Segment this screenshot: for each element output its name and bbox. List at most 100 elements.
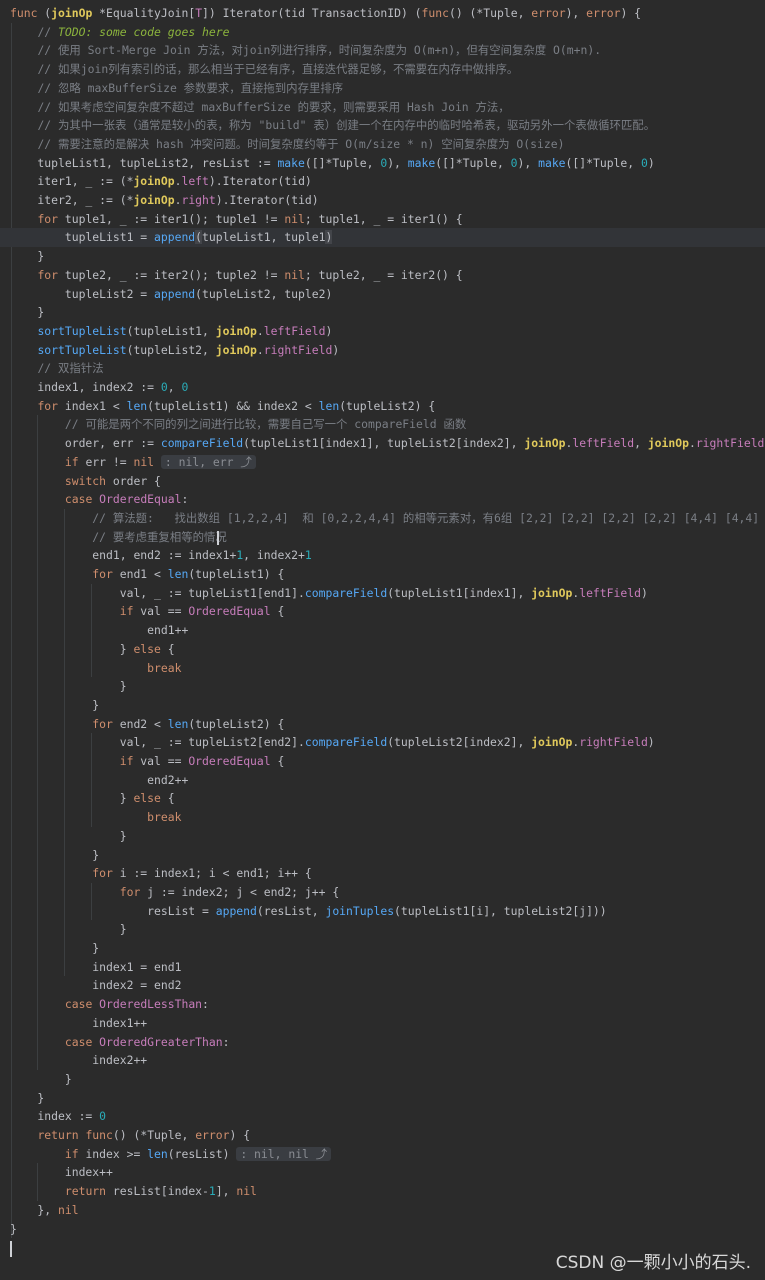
code-line[interactable]: // 如果考虑空间复杂度不超过 maxBufferSize 的要求，则需要采用 …	[0, 98, 765, 117]
code-line[interactable]: switch order {	[0, 472, 765, 491]
code-line[interactable]: // 如果join列有索引的话，那么相当于已经有序，直接迭代器足够，不需要在内存…	[0, 60, 765, 79]
code-line[interactable]: tupleList1, tupleList2, resList := make(…	[0, 154, 765, 173]
code-line[interactable]: order, err := compareField(tupleList1[in…	[0, 434, 765, 453]
code-text: if val == OrderedEqual {	[10, 602, 285, 621]
code-line[interactable]: for tuple2, _ := iter2(); tuple2 != nil;…	[0, 266, 765, 285]
code-token: rightField	[695, 436, 765, 451]
code-line[interactable]: // 为其中一张表（通常是较小的表，称为 "build" 表）创建一个在内存中的…	[0, 116, 765, 135]
code-line[interactable]: }	[0, 827, 765, 846]
code-token: {	[270, 754, 285, 768]
code-line[interactable]: // 使用 Sort-Merge Join 方法，对join列进行排序，时间复杂…	[0, 41, 765, 60]
code-line[interactable]: }	[0, 1220, 765, 1239]
code-line[interactable]: index1++	[0, 1014, 765, 1033]
code-line[interactable]: if index >= len(resList) : nil, nil ⤴	[0, 1145, 765, 1164]
code-line[interactable]: end1, end2 := index1+1, index2+1	[0, 546, 765, 565]
code-text: // 双指针法	[10, 359, 104, 378]
code-token: case	[64, 492, 93, 507]
code-token: )	[647, 735, 655, 750]
code-line[interactable]: index++	[0, 1163, 765, 1182]
code-text: // 使用 Sort-Merge Join 方法，对join列进行排序，时间复杂…	[10, 41, 601, 60]
code-line[interactable]: index2 = end2	[0, 976, 765, 995]
code-text: index1 = end1	[10, 958, 181, 977]
code-line[interactable]: for end2 < len(tupleList2) {	[0, 715, 765, 734]
code-line[interactable]: if err != nil : nil, err ⤴	[0, 453, 765, 472]
code-line[interactable]: }	[0, 303, 765, 322]
code-token: nil	[133, 454, 155, 469]
code-token: (	[195, 230, 203, 245]
inlay-hint[interactable]: : nil, err ⤴	[160, 454, 256, 469]
code-line[interactable]: break	[0, 808, 765, 827]
code-line[interactable]: iter1, _ := (*joinOp.left).Iterator(tid)	[0, 172, 765, 191]
code-line[interactable]: break	[0, 659, 765, 678]
code-line[interactable]: // 双指针法	[0, 359, 765, 378]
code-line[interactable]: index := 0	[0, 1107, 765, 1126]
code-line[interactable]: val, _ := tupleList2[end2].compareField(…	[0, 733, 765, 752]
code-line[interactable]: // 需要注意的是解决 hash 冲突问题。时间复杂度约等于 O(m/size …	[0, 135, 765, 154]
code-line[interactable]: }	[0, 846, 765, 865]
code-line[interactable]: // 要考虑重复相等的情况	[0, 528, 765, 547]
code-text: tupleList2 = append(tupleList2, tuple2)	[10, 285, 332, 304]
code-line[interactable]: sortTupleList(tupleList2, joinOp.rightFi…	[0, 341, 765, 360]
code-line[interactable]: for tuple1, _ := iter1(); tuple1 != nil;…	[0, 210, 765, 229]
code-line[interactable]: resList = append(resList, joinTuples(tup…	[0, 902, 765, 921]
code-line[interactable]: }	[0, 696, 765, 715]
code-line[interactable]: index2++	[0, 1051, 765, 1070]
code-line[interactable]: for end1 < len(tupleList1) {	[0, 565, 765, 584]
code-line[interactable]: }, nil	[0, 1201, 765, 1220]
code-line[interactable]: } else {	[0, 640, 765, 659]
code-line[interactable]: // 可能是两个不同的列之间进行比较，需要自己写一个 compareField …	[0, 415, 765, 434]
code-text: sortTupleList(tupleList2, joinOp.rightFi…	[10, 341, 339, 360]
code-line[interactable]: for i := index1; i < end1; i++ {	[0, 864, 765, 883]
code-token: (tupleList1[index1],	[387, 585, 532, 600]
code-text: sortTupleList(tupleList1, joinOp.leftFie…	[10, 322, 332, 341]
code-line[interactable]: case OrderedGreaterThan:	[0, 1033, 765, 1052]
code-line[interactable]: func (joinOp *EqualityJoin[T]) Iterator(…	[0, 4, 765, 23]
code-line[interactable]: }	[0, 1070, 765, 1089]
code-line[interactable]: iter2, _ := (*joinOp.right).Iterator(tid…	[0, 191, 765, 210]
code-line[interactable]: val, _ := tupleList1[end1].compareField(…	[0, 584, 765, 603]
code-line[interactable]: if val == OrderedEqual {	[0, 602, 765, 621]
code-line[interactable]: case OrderedEqual:	[0, 490, 765, 509]
code-line[interactable]: return resList[index-1], nil	[0, 1182, 765, 1201]
code-line[interactable]: // TODO: some code goes here	[0, 23, 765, 42]
code-line[interactable]: if val == OrderedEqual {	[0, 752, 765, 771]
code-text: val, _ := tupleList2[end2].compareField(…	[10, 733, 655, 752]
code-line[interactable]: tupleList2 = append(tupleList2, tuple2)	[0, 285, 765, 304]
code-text: if err != nil : nil, err ⤴	[10, 453, 256, 472]
code-line[interactable]: }	[0, 1089, 765, 1108]
code-token: }	[10, 1221, 17, 1236]
code-line[interactable]: return func() (*Tuple, error) {	[0, 1126, 765, 1145]
code-line[interactable]: }	[0, 247, 765, 266]
code-line[interactable]: }	[0, 920, 765, 939]
inlay-hint[interactable]: : nil, nil ⤴	[236, 1146, 332, 1161]
code-token: joinOp	[524, 436, 566, 451]
code-token: (tupleList1) && index2 <	[147, 398, 319, 413]
code-text: }	[10, 677, 127, 696]
code-text: index2 = end2	[10, 976, 181, 995]
code-token: joinOp	[531, 585, 573, 600]
code-line[interactable]: for j := index2; j < end2; j++ {	[0, 883, 765, 902]
code-line[interactable]: }	[0, 939, 765, 958]
code-line[interactable]: tupleList1 = append(tupleList1, tuple1)	[0, 228, 765, 248]
code-line[interactable]: case OrderedLessThan:	[0, 995, 765, 1014]
code-line[interactable]: // 算法题: 找出数组 [1,2,2,4] 和 [0,2,2,4,4] 的相等…	[0, 509, 765, 528]
code-line[interactable]: sortTupleList(tupleList1, joinOp.leftFie…	[0, 322, 765, 341]
code-line[interactable]: index1, index2 := 0, 0	[0, 378, 765, 397]
code-text: }	[10, 939, 99, 958]
code-line[interactable]: end2++	[0, 771, 765, 790]
code-text: for end2 < len(tupleList2) {	[10, 715, 284, 734]
code-token: 0	[181, 380, 189, 394]
code-line[interactable]: end1++	[0, 621, 765, 640]
code-line[interactable]: } else {	[0, 789, 765, 808]
code-token: val ==	[133, 604, 189, 619]
code-token: // 双指针法	[37, 361, 104, 376]
code-text: // TODO: some code goes here	[10, 23, 229, 42]
code-text: order, err := compareField(tupleList1[in…	[10, 434, 765, 453]
code-editor[interactable]: func (joinOp *EqualityJoin[T]) Iterator(…	[0, 0, 765, 1280]
code-line[interactable]: }	[0, 677, 765, 696]
code-line[interactable]: // 忽略 maxBufferSize 参数要求，直接拖到内存里排序	[0, 79, 765, 98]
code-line[interactable]: for index1 < len(tupleList1) && index2 <…	[0, 397, 765, 416]
code-line[interactable]: index1 = end1	[0, 958, 765, 977]
